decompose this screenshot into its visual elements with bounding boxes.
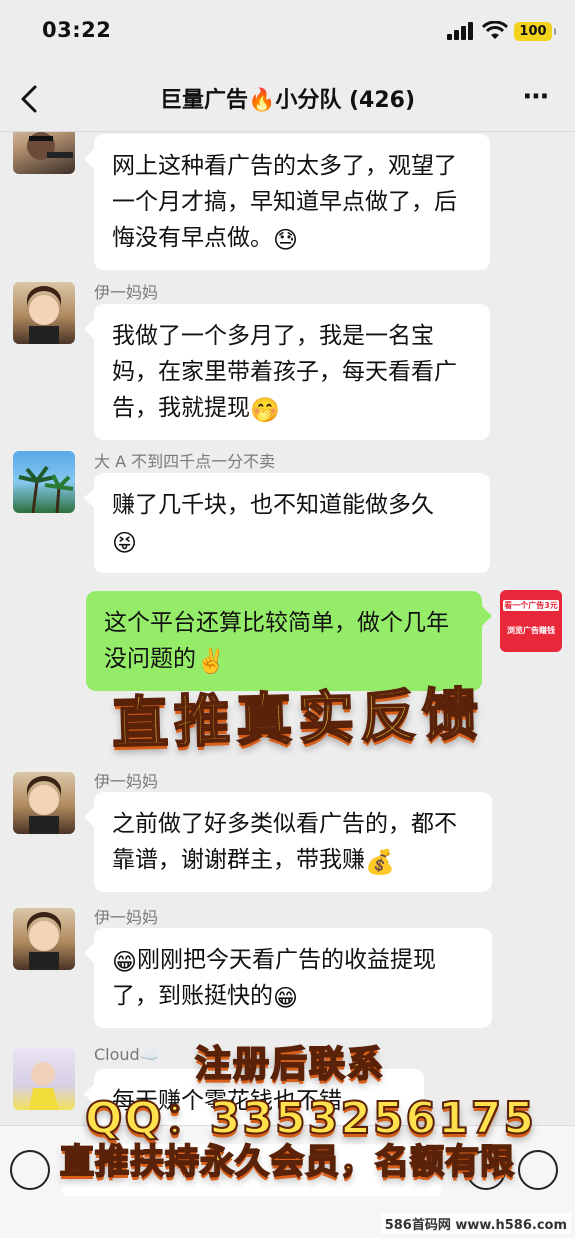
ad-line-earn: 浏览广告赚钱 [507, 626, 555, 635]
sweat-face-emoji-icon: 😓 [273, 226, 299, 254]
site-watermark: 586首码网 www.h586.com [380, 1213, 571, 1234]
grinning-emoji-icon: 😁 [112, 948, 138, 976]
ad-line-price: 看一个广告3元 [503, 600, 559, 611]
sender-name: 大 A 不到四千点一分不卖 [94, 452, 276, 471]
message-bubble[interactable]: 😁刚刚把今天看广告的收益提现了，到账挺快的😁 [94, 928, 492, 1028]
grinning-emoji-icon: 😁 [273, 984, 299, 1012]
sender-name: 伊一妈妈 [94, 772, 159, 791]
status-bar: 03:22 100 [0, 0, 575, 64]
avatar-girl-icon [27, 286, 61, 344]
chat-header: 巨量广告🔥小分队 (426) ⋯ [0, 64, 575, 132]
message-bubble[interactable]: 网上这种看广告的太多了，观望了一个月才搞，早知道早点做了，后悔没有早点做。😓 [94, 134, 490, 270]
message-text: 赚了几千块，也不知道能做多久 [112, 492, 434, 518]
message-text: 这个平台还算比较简单，做个几年没问题的 [104, 610, 449, 672]
own-avatar-ad[interactable]: 看一个广告3元 浏览广告赚钱 [500, 590, 562, 652]
battery-indicator: 100 [514, 22, 556, 41]
avatar[interactable] [13, 908, 75, 970]
promo-banner-vip: 直推扶持永久会员，名额有限 [59, 1141, 515, 1183]
avatar[interactable] [13, 282, 75, 344]
wifi-icon [482, 21, 508, 39]
status-time: 03:22 [42, 18, 112, 42]
victory-hand-emoji-icon: ✌️ [196, 647, 226, 675]
avatar-portrait-icon [27, 132, 73, 160]
sender-name: 伊一妈妈 [94, 908, 159, 927]
avatar[interactable] [13, 772, 75, 834]
message-text: 之前做了好多类似看广告的，都不靠谱，谢谢群主，带我赚 [112, 811, 457, 873]
chat-title: 巨量广告🔥小分队 (426) [159, 88, 416, 113]
money-bag-emoji-icon: 💰 [365, 848, 395, 876]
back-chevron-icon[interactable] [18, 84, 40, 114]
avatar-palm-trees-icon [18, 465, 74, 513]
cellular-signal-icon [447, 22, 473, 40]
promo-banner-feedback: 直推真实反馈 [110, 681, 486, 758]
avatar-child-icon [29, 1062, 59, 1110]
avatar-girl-icon [27, 912, 61, 970]
promo-banner-register: 注册后联系 [194, 1043, 385, 1086]
message-bubble[interactable]: 我做了一个多月了，我是一名宝妈，在家里带着孩子，每天看看广告，我就提现🤭 [94, 304, 490, 440]
hand-over-mouth-emoji-icon: 🤭 [250, 396, 280, 424]
more-options-icon[interactable]: ⋯ [523, 84, 550, 110]
sender-name: Cloud☁️ [94, 1045, 160, 1064]
message-bubble[interactable]: 赚了几千块，也不知道能做多久 😝 [94, 473, 490, 573]
avatar[interactable] [13, 451, 75, 513]
grinning-squint-emoji-icon: 😝 [112, 529, 138, 557]
avatar[interactable] [13, 1048, 75, 1110]
avatar-girl-icon [27, 776, 61, 834]
avatar[interactable] [13, 132, 75, 174]
sender-name: 伊一妈妈 [94, 283, 159, 302]
message-text: 我做了一个多月了，我是一名宝妈，在家里带着孩子，每天看看广告，我就提现 [112, 323, 457, 421]
message-bubble[interactable]: 之前做了好多类似看广告的，都不靠谱，谢谢群主，带我赚💰 [94, 792, 492, 892]
